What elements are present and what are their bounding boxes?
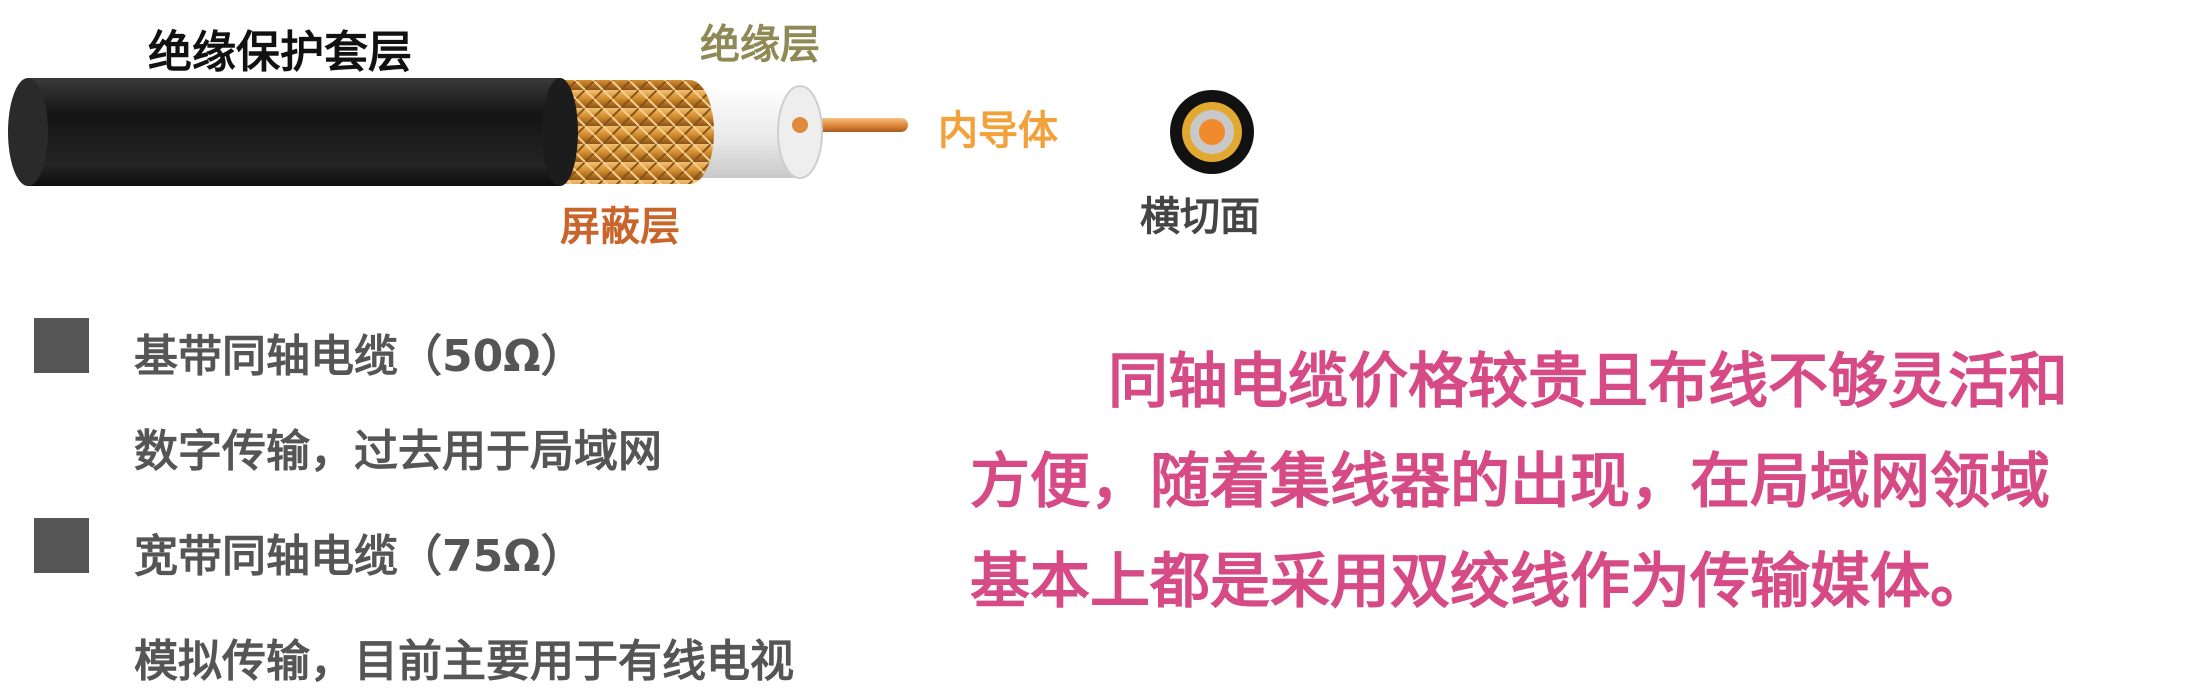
inner-conductor-label: 内导体	[938, 108, 1058, 154]
jacket-label: 绝缘保护套层	[148, 27, 412, 78]
baseband-coax-desc: 数字传输，过去用于局域网	[134, 426, 662, 477]
summary-note-line: 基本上都是采用双绞线作为传输媒体。	[970, 547, 1990, 617]
bullet-square	[34, 518, 89, 573]
baseband-coax-title: 基带同轴电缆（50Ω）	[134, 331, 585, 382]
cross-section-label: 横切面	[1140, 194, 1260, 240]
broadband-coax-title: 宽带同轴电缆（75Ω）	[134, 531, 585, 582]
insulation-label: 绝缘层	[700, 22, 820, 68]
summary-note: 同轴电缆价格较贵且布线不够灵活和 方便，随着集线器的出现，在局域网领域 基本上都…	[970, 332, 2170, 632]
cross-section-icon	[1170, 90, 1254, 174]
jacket-layer	[8, 78, 578, 186]
summary-note-line: 同轴电缆价格较贵且布线不够灵活和	[1108, 347, 2068, 417]
summary-note-line: 方便，随着集线器的出现，在局域网领域	[970, 447, 2050, 517]
shield-label: 屏蔽层	[560, 204, 680, 250]
shield-layer	[560, 80, 714, 184]
bullet-square	[34, 318, 89, 373]
broadband-coax-desc: 模拟传输，目前主要用于有线电视	[134, 636, 794, 687]
